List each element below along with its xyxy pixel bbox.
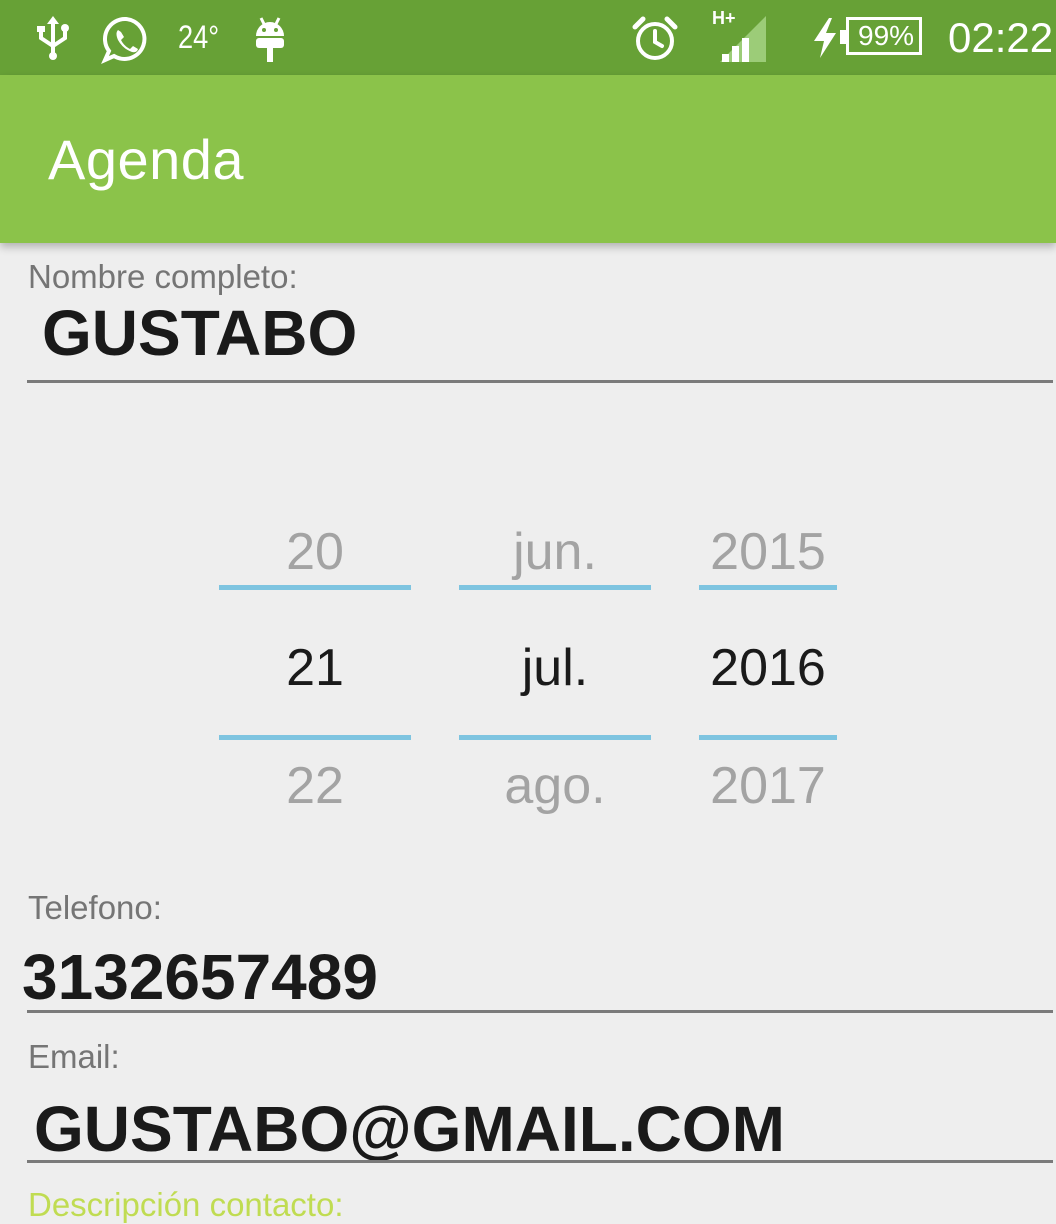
battery-percent: 99% <box>858 20 915 51</box>
year-next[interactable]: 2017 <box>699 756 837 816</box>
month-divider-top <box>459 585 651 590</box>
day-selected[interactable]: 21 <box>219 638 411 698</box>
alarm-icon <box>632 16 678 60</box>
temperature-text: 24° <box>178 19 220 55</box>
battery-icon: 99% <box>840 17 922 55</box>
description-label: Descripción contacto: <box>28 1186 344 1223</box>
charging-icon <box>814 18 836 58</box>
phone-input[interactable]: 3132657489 <box>22 940 378 1014</box>
year-selected[interactable]: 2016 <box>699 638 837 698</box>
name-underline <box>27 380 1053 383</box>
day-divider-bottom <box>219 735 411 740</box>
day-divider-top <box>219 585 411 590</box>
status-bar: 24° H+ 99% 02:22 <box>0 0 1056 75</box>
day-picker[interactable]: 20 21 22 <box>219 510 411 830</box>
year-divider-top <box>699 585 837 590</box>
day-next[interactable]: 22 <box>219 756 411 816</box>
app-title: Agenda <box>48 128 245 191</box>
signal-icon <box>720 16 766 62</box>
usb-icon <box>37 16 69 60</box>
year-prev[interactable]: 2015 <box>699 522 837 582</box>
email-input[interactable]: GUSTABO@GMAIL.COM <box>34 1092 785 1166</box>
month-next[interactable]: ago. <box>459 756 651 816</box>
month-divider-bottom <box>459 735 651 740</box>
phone-underline <box>27 1010 1053 1013</box>
email-underline <box>27 1160 1053 1163</box>
email-label: Email: <box>28 1038 120 1075</box>
name-input[interactable]: GUSTABO <box>42 296 357 370</box>
app-bar: Agenda <box>0 75 1056 243</box>
month-picker[interactable]: jun. jul. ago. <box>459 510 651 830</box>
year-divider-bottom <box>699 735 837 740</box>
day-prev[interactable]: 20 <box>219 522 411 582</box>
whatsapp-icon <box>101 16 147 64</box>
name-label: Nombre completo: <box>28 258 298 295</box>
android-icon <box>256 17 284 62</box>
month-selected[interactable]: jul. <box>459 638 651 698</box>
phone-label: Telefono: <box>28 889 162 926</box>
month-prev[interactable]: jun. <box>459 522 651 582</box>
year-picker[interactable]: 2015 2016 2017 <box>699 510 837 830</box>
clock: 02:22 <box>948 14 1054 61</box>
